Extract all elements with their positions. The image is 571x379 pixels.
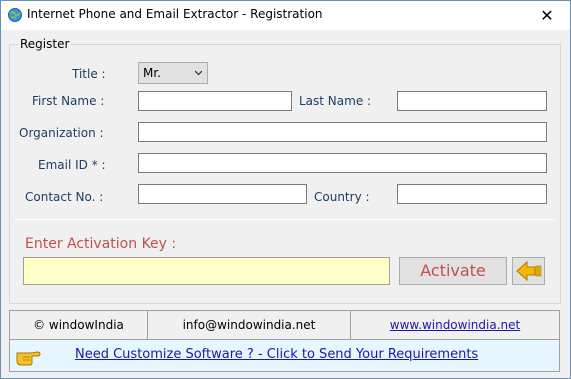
- section-divider: [15, 219, 555, 220]
- last-name-field[interactable]: [397, 91, 547, 111]
- register-group-legend: Register: [18, 37, 72, 51]
- title-select[interactable]: Mr.: [138, 62, 208, 84]
- title-select-value: Mr.: [143, 66, 161, 80]
- first-name-label: First Name :: [32, 94, 105, 108]
- close-icon: ✕: [540, 6, 554, 25]
- activation-key-field[interactable]: [23, 257, 390, 285]
- title-label: Title :: [72, 67, 106, 81]
- contact-field[interactable]: [138, 184, 307, 204]
- organization-field[interactable]: [138, 122, 547, 142]
- contact-label: Contact No. :: [25, 190, 104, 204]
- window-title: Internet Phone and Email Extractor - Reg…: [27, 7, 323, 21]
- country-field[interactable]: [397, 184, 547, 204]
- footer-website-cell: www.windowindia.net: [351, 311, 559, 339]
- requirements-banner[interactable]: Need Customize Software ? - Click to Sen…: [9, 340, 560, 372]
- website-link[interactable]: www.windowindia.net: [390, 318, 520, 332]
- chevron-down-icon: [195, 70, 202, 76]
- requirements-link[interactable]: Need Customize Software ? - Click to Sen…: [75, 347, 478, 362]
- organization-label: Organization :: [19, 126, 104, 140]
- email-field[interactable]: [138, 153, 547, 173]
- country-label: Country :: [314, 190, 370, 204]
- first-name-field[interactable]: [138, 91, 292, 111]
- title-bar: Internet Phone and Email Extractor - Reg…: [1, 1, 570, 30]
- last-name-label: Last Name :: [299, 94, 372, 108]
- pointing-hand-icon: [16, 351, 41, 366]
- back-arrow-icon: [516, 260, 542, 282]
- footer-email: info@windowindia.net: [148, 311, 351, 339]
- registration-window: Internet Phone and Email Extractor - Reg…: [0, 0, 571, 379]
- globe-icon: [8, 8, 22, 22]
- footer-bar: © windowIndia info@windowindia.net www.w…: [9, 310, 560, 340]
- close-button[interactable]: ✕: [524, 1, 570, 30]
- email-label: Email ID * :: [38, 158, 106, 172]
- footer-copyright: © windowIndia: [10, 311, 148, 339]
- activation-key-label: Enter Activation Key :: [25, 236, 177, 252]
- activate-button[interactable]: Activate: [399, 257, 507, 285]
- back-button[interactable]: [512, 257, 545, 285]
